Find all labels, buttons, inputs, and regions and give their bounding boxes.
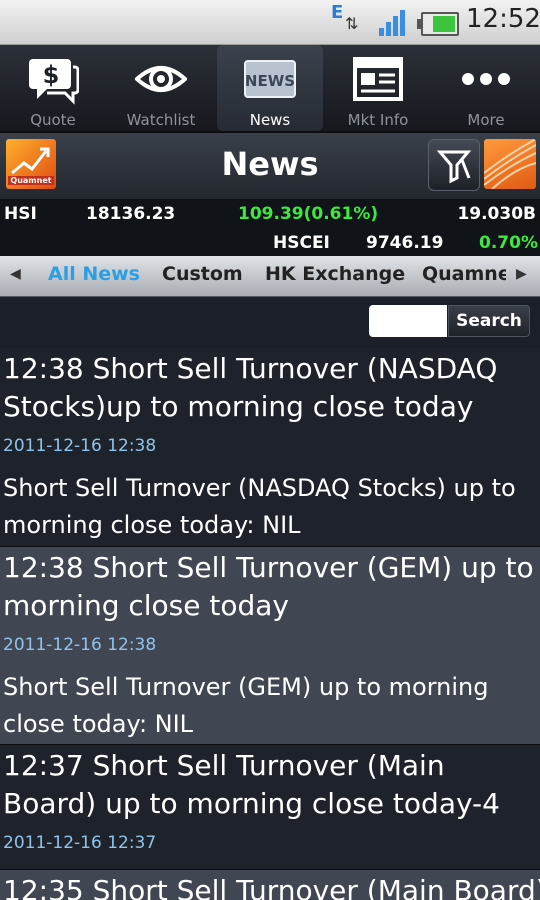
news-title: 12:37 Short Sell Turnover (Main Board) u… (3, 749, 500, 820)
tab-mkt-info[interactable]: Mkt Info (325, 45, 431, 131)
news-title: 12:38 Short Sell Turnover (NASDAQ Stocks… (3, 352, 498, 423)
news-date: 2011-12-16 12:38 (3, 635, 157, 655)
search-bar: Search (0, 297, 540, 347)
filter-funnel-icon (436, 150, 472, 184)
hsi-value: 18136.23 (86, 204, 176, 224)
tab-label: Quote (30, 111, 76, 129)
data-activity-icon: ⇅ (345, 14, 359, 33)
search-button[interactable]: Search (448, 305, 530, 337)
news-date: 2011-12-16 12:37 (3, 833, 157, 853)
more-dots-icon (462, 73, 510, 85)
quamnet-brand-button[interactable] (484, 139, 536, 189)
main-tab-bar: $ Quote Watchlist NEWS News Mkt Info Mor… (0, 45, 540, 133)
news-date: 2011-12-16 12:38 (3, 436, 157, 456)
tab-news[interactable]: NEWS News (217, 45, 323, 131)
news-icon-text: NEWS (245, 72, 295, 90)
newspaper-icon (353, 57, 403, 101)
news-icon: NEWS (244, 60, 296, 98)
svg-text:$: $ (43, 61, 60, 89)
scroll-left-icon[interactable]: ◀ (10, 266, 21, 282)
quote-dollar-icon: $ (29, 59, 79, 105)
news-title: 12:35 Short Sell Turnover (Main Board) (3, 874, 540, 900)
status-bar: E ⇅ 12:52 (0, 0, 540, 45)
index-ticker: HSI 18136.23 109.39(0.61%) 19.030B HSCEI… (0, 200, 540, 256)
category-hk-exchange[interactable]: HK Exchange (265, 263, 405, 285)
clock: 12:52 (466, 4, 540, 34)
battery-icon (417, 12, 459, 36)
tab-label: Watchlist (126, 111, 196, 129)
news-body: Short Sell Turnover (GEM) up to morning … (3, 673, 489, 738)
hsi-change: 109.39(0.61%) (238, 204, 379, 224)
network-type-icon: E (331, 2, 344, 23)
signal-strength-icon (379, 8, 409, 36)
news-item[interactable]: 12:35 Short Sell Turnover (Main Board) (0, 870, 540, 900)
filter-button[interactable] (428, 139, 480, 191)
category-quamnet[interactable]: Quamnet (422, 263, 506, 285)
hscei-name: HSCEI (273, 233, 330, 253)
page-header: Quamnet News (0, 133, 540, 200)
tab-watchlist[interactable]: Watchlist (108, 45, 214, 131)
hscei-change: 0.70% (479, 233, 538, 253)
category-all-news[interactable]: All News (48, 263, 140, 285)
tab-more[interactable]: More (433, 45, 539, 131)
hsi-turnover: 19.030B (457, 204, 536, 224)
category-custom[interactable]: Custom (162, 263, 243, 285)
tab-quote[interactable]: $ Quote (0, 45, 106, 131)
search-input[interactable] (369, 305, 447, 337)
news-title: 12:38 Short Sell Turnover (GEM) up to mo… (3, 551, 534, 622)
brand-swoosh-icon (484, 139, 536, 189)
eye-icon (135, 66, 187, 92)
tab-label: Mkt Info (347, 111, 409, 129)
news-item[interactable]: 12:38 Short Sell Turnover (NASDAQ Stocks… (0, 348, 540, 547)
news-item[interactable]: 12:38 Short Sell Turnover (GEM) up to mo… (0, 547, 540, 745)
category-scroller[interactable]: All News Custom HK Exchange Quamnet (40, 256, 506, 296)
news-category-bar: ◀ All News Custom HK Exchange Quamnet ▶ (0, 256, 540, 297)
news-body: Short Sell Turnover (NASDAQ Stocks) up t… (3, 474, 516, 539)
tab-label: More (467, 111, 505, 129)
hsi-name: HSI (4, 204, 37, 224)
news-item[interactable]: 12:37 Short Sell Turnover (Main Board) u… (0, 745, 540, 870)
hscei-value: 9746.19 (366, 233, 444, 253)
scroll-right-icon[interactable]: ▶ (516, 266, 527, 282)
tab-label: News (249, 111, 291, 129)
